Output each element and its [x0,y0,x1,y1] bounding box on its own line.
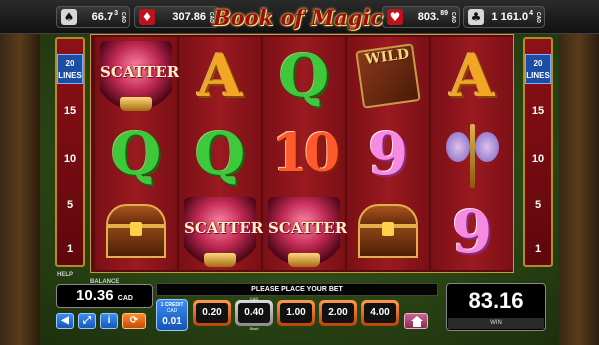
stake-value: 4.00 [364,303,396,323]
clubs-icon: ♣ [468,9,484,25]
tree-trunk-right [559,34,599,345]
lines-indicator[interactable]: 20 LINES [57,54,83,84]
fullscreen-icon[interactable]: ⤢ [78,313,96,329]
jackpot-diamonds: ♦ 307.86 CAD [134,6,218,28]
reel-2: A Q SCATTER [179,37,264,270]
win-value: 83.16 [468,288,524,313]
reel-5: A9 [431,37,513,270]
wild-book-icon: WILD [353,42,423,109]
line-marker: 1 [534,243,542,255]
reel-cell: Q [263,37,345,114]
credit-value-button[interactable]: 1 CREDIT CAD 0.01 [156,299,188,331]
symbol-9: 9 [367,119,409,188]
scatter-crystal-ball-icon: SCATTER [100,40,180,111]
reel-cell [95,193,177,270]
jackpot-amount: 803. [417,11,440,23]
stake-button-4[interactable]: 2.00 [319,300,357,326]
reel-cell: SCATTER [179,193,264,270]
stake-value: 0.20 [196,303,228,323]
reel-cell: SCATTER [95,37,180,114]
help-label[interactable]: HELP [57,272,73,278]
reel-cell [347,193,429,270]
balance-display: 10.36 CAD [56,284,153,308]
reel-cell [431,115,513,192]
status-message: PLEASE PLACE YOUR BET [156,283,438,296]
jackpot-amount: 307.86 [172,11,206,23]
jackpot-amount: 1 161.0 [491,11,529,23]
reel-cell: A [431,37,513,114]
reel-cell: 10 [263,115,345,192]
symbol-q: Q [110,119,162,188]
lines-column-left: 20 LINES 15 10 5 1 [55,37,85,267]
reel-cell: Q [95,115,177,192]
fairy-wand-icon [442,118,502,190]
line-marker: 10 [531,153,545,165]
reel-1: SCATTER Q [95,37,180,270]
line-marker: 15 [63,105,77,117]
autoplay-icon[interactable]: ⟳ [122,313,146,329]
scatter-label: SCATTER [100,62,180,81]
reel-3: Q 10 SCATTER [263,37,348,270]
scatter-label: SCATTER [184,218,264,237]
reel-cell: Q [179,115,261,192]
win-display: 83.16 WIN [446,283,546,331]
symbol-9: 9 [451,197,493,266]
jackpot-currency: CAD [450,11,456,23]
stake-button-3[interactable]: 1.00 [277,300,315,326]
win-label: WIN [448,318,544,329]
stake-value: 1.00 [280,303,312,323]
symbol-q: Q [278,41,330,110]
scatter-label: SCATTER [268,218,348,237]
jackpot-bar: ♠ 66.7 3 CAD ♦ 307.86 CAD ♥ 803. 89 CAD … [0,0,599,34]
lines-column-right: 20 LINES 15 10 5 1 [523,37,553,267]
scatter-crystal-ball-icon: SCATTER [184,196,264,267]
lines-indicator[interactable]: 20 LINES [525,54,551,84]
jackpot-amount: 66.7 [91,11,114,23]
spades-icon: ♠ [61,9,77,25]
diamonds-icon: ♦ [139,9,155,25]
home-button[interactable] [404,313,428,329]
jackpot-cents: 3 [114,10,118,17]
jackpot-currency: CAD [120,11,126,23]
line-marker: 1 [66,243,74,255]
line-marker: 5 [66,199,74,211]
jackpot-cents: 89 [440,10,448,17]
line-marker: 15 [531,105,545,117]
scatter-crystal-ball-icon: SCATTER [268,196,348,267]
reel-area: SCATTER Q A Q SCATTER Q 10 SCATTER WILD 9 A 9 [90,34,514,273]
info-icon[interactable]: i [100,313,118,329]
symbol-q: Q [194,119,246,188]
reel-cell: A [179,37,261,114]
stake-currency-label: CAD [249,296,259,301]
stake-start-label: Start [249,326,259,331]
symbol-a: A [449,41,495,110]
jackpot-spades: ♠ 66.7 3 CAD [56,6,130,28]
balance-value: 10.36 [76,287,114,304]
reel-cell: SCATTER [263,193,348,270]
hearts-icon: ♥ [387,9,403,25]
stake-value: 0.40 [238,303,270,323]
treasure-chest-icon [103,203,169,260]
jackpot-cents: 4 [529,10,533,17]
tree-trunk-left [0,34,40,345]
balance-currency: CAD [117,295,133,302]
line-marker: 10 [63,153,77,165]
reel-cell: WILD [347,37,429,114]
treasure-chest-icon [355,203,421,260]
reel-cell: 9 [347,115,429,192]
stake-button-2[interactable]: 0.40 [235,300,273,326]
jackpot-clubs: ♣ 1 161.0 4 CAD [463,6,545,28]
stake-button-5[interactable]: 4.00 [361,300,399,326]
jackpot-currency: CAD [535,11,541,23]
stake-button-1[interactable]: 0.20 [193,300,231,326]
symbol-10: 10 [271,122,340,184]
game-logo: Book of Magic [212,4,384,30]
jackpot-hearts: ♥ 803. 89 CAD [382,6,460,28]
stake-value: 2.00 [322,303,354,323]
line-marker: 5 [534,199,542,211]
reel-cell: 9 [431,193,513,270]
symbol-a: A [197,41,243,110]
sound-icon[interactable]: ◀ [56,313,74,329]
reel-4: WILD 9 [347,37,429,270]
